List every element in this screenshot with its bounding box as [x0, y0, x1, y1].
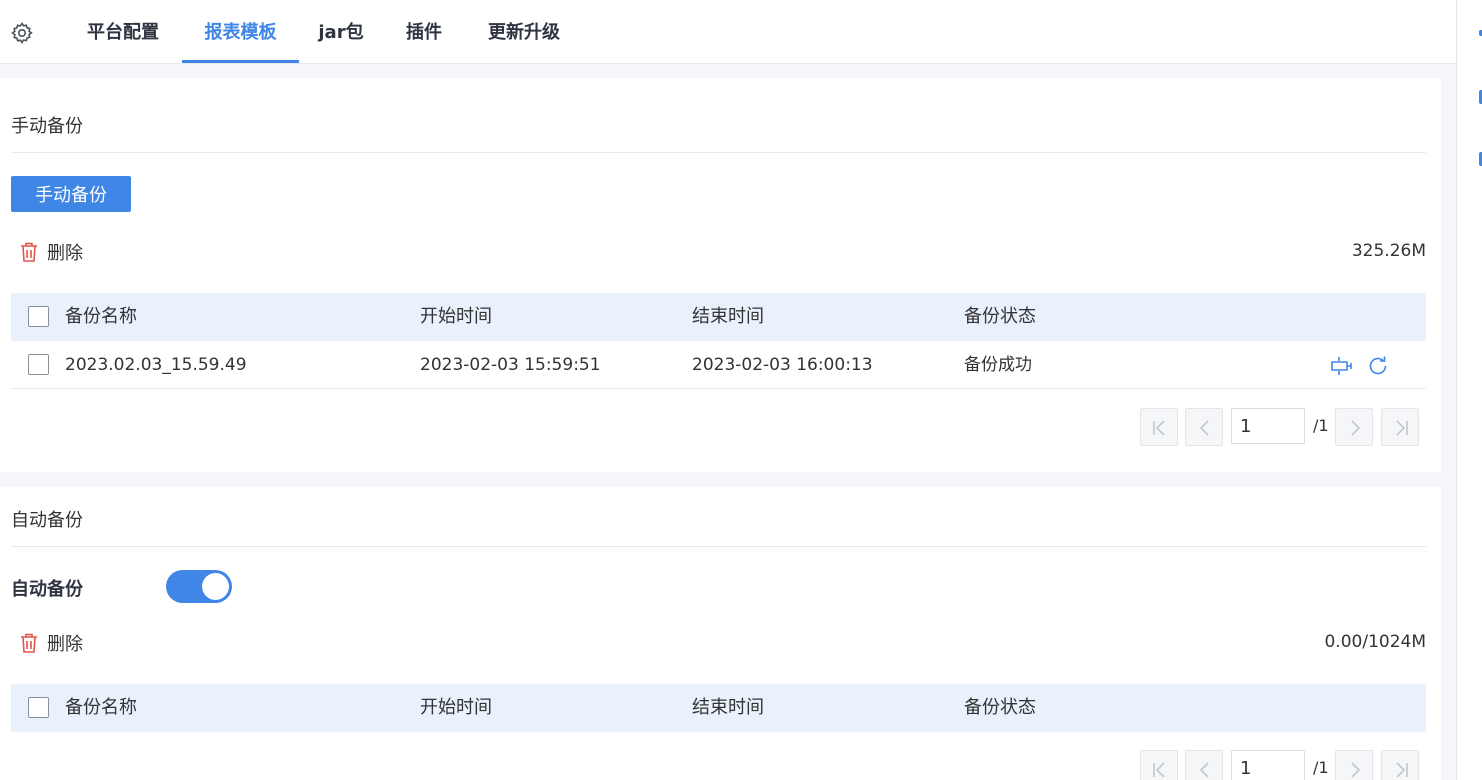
toggle-knob: [202, 573, 229, 600]
prev-page-icon: [1199, 762, 1209, 778]
next-page-button[interactable]: [1335, 408, 1373, 446]
tab-plugin[interactable]: 插件: [404, 0, 444, 63]
table-header: 备份名称 开始时间 结束时间 备份状态: [11, 293, 1426, 341]
trash-icon: [21, 633, 37, 653]
backup-page: 平台配置 报表模板 jar包 插件 更新升级 手动备份 手动备份 删除 325.…: [0, 0, 1482, 780]
end-time: 2023-02-03 16:00:13: [692, 355, 873, 375]
tab-platform-config[interactable]: 平台配置: [84, 0, 162, 63]
table-header: 备份名称 开始时间 结束时间 备份状态: [11, 684, 1426, 732]
column-header-end: 结束时间: [692, 697, 764, 718]
page-total: /1: [1313, 416, 1329, 435]
pagination: /1: [1140, 750, 1420, 780]
delete-label: 删除: [47, 634, 83, 655]
panel-title: 自动备份: [11, 510, 83, 531]
last-page-icon: [1396, 420, 1408, 436]
first-page-button[interactable]: [1140, 408, 1178, 446]
refresh-icon[interactable]: [1366, 354, 1390, 378]
manual-backup-panel: 手动备份 手动备份 删除 325.26M 备份名称 开始时间 结束时间 备份状态…: [0, 78, 1441, 472]
delete-label: 删除: [47, 243, 83, 264]
column-header-start: 开始时间: [420, 306, 492, 327]
prev-page-button[interactable]: [1185, 408, 1223, 446]
right-edge-panel: [1456, 0, 1482, 780]
next-page-icon: [1351, 762, 1361, 778]
last-page-button[interactable]: [1381, 408, 1419, 446]
storage-usage: 325.26M: [1351, 241, 1426, 261]
divider: [11, 152, 1426, 153]
tab-jar[interactable]: jar包: [318, 0, 364, 63]
select-all-checkbox[interactable]: [28, 697, 49, 718]
prev-page-icon: [1199, 420, 1209, 436]
column-header-name: 备份名称: [65, 306, 137, 327]
backup-status: 备份成功: [964, 355, 1032, 375]
first-page-icon: [1153, 420, 1165, 436]
page-number-input[interactable]: [1231, 750, 1305, 780]
auto-backup-switch-label: 自动备份: [11, 579, 83, 600]
backup-name: 2023.02.03_15.59.49: [65, 355, 247, 375]
column-header-end: 结束时间: [692, 306, 764, 327]
last-page-button[interactable]: [1381, 750, 1419, 780]
storage-usage: 0.00/1024M: [1324, 632, 1426, 652]
trash-icon: [21, 242, 37, 262]
restore-icon[interactable]: [1330, 354, 1354, 378]
next-page-icon: [1351, 420, 1361, 436]
start-time: 2023-02-03 15:59:51: [420, 355, 601, 375]
delete-button[interactable]: 删除: [19, 630, 83, 656]
column-header-status: 备份状态: [964, 306, 1036, 327]
row-checkbox[interactable]: [28, 354, 49, 375]
page-number-input[interactable]: [1231, 408, 1305, 444]
prev-page-button[interactable]: [1185, 750, 1223, 780]
delete-button[interactable]: 删除: [19, 239, 83, 265]
top-tab-bar: 平台配置 报表模板 jar包 插件 更新升级: [0, 0, 1456, 64]
page-total: /1: [1313, 758, 1329, 777]
select-all-checkbox[interactable]: [28, 306, 49, 327]
column-header-name: 备份名称: [65, 697, 137, 718]
tab-report-template[interactable]: 报表模板: [182, 0, 299, 63]
auto-backup-toggle[interactable]: [166, 570, 232, 603]
panel-title: 手动备份: [11, 116, 83, 137]
first-page-button[interactable]: [1140, 750, 1178, 780]
last-page-icon: [1396, 762, 1408, 778]
column-header-start: 开始时间: [420, 697, 492, 718]
manual-backup-button[interactable]: 手动备份: [11, 176, 131, 212]
auto-backup-panel: 自动备份 自动备份 删除 0.00/1024M 备份名称 开始时间 结束时间 备…: [0, 487, 1441, 780]
pagination: /1: [1140, 408, 1420, 446]
table-row: 2023.02.03_15.59.49 2023-02-03 15:59:51 …: [11, 341, 1426, 389]
gear-icon[interactable]: [10, 21, 34, 45]
first-page-icon: [1153, 762, 1165, 778]
divider: [11, 546, 1426, 547]
tab-update[interactable]: 更新升级: [486, 0, 562, 63]
next-page-button[interactable]: [1335, 750, 1373, 780]
column-header-status: 备份状态: [964, 697, 1036, 718]
